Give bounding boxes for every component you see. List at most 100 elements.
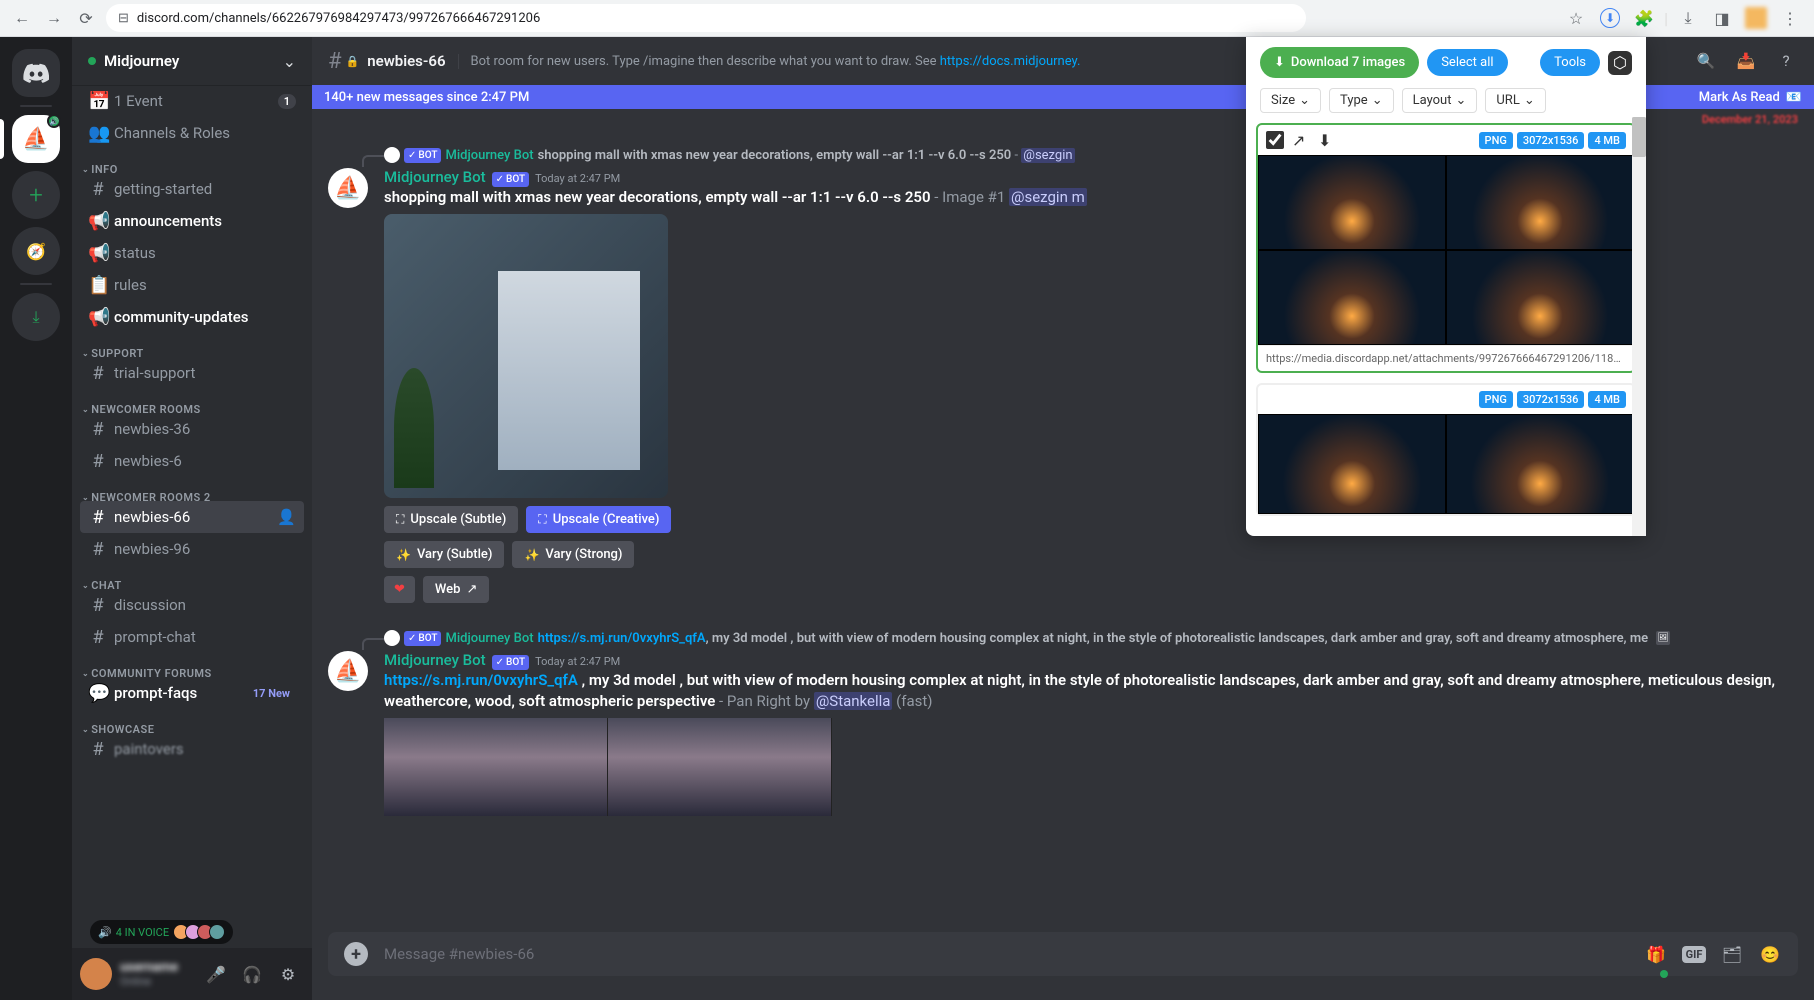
mute-button[interactable]: 🎤 — [200, 958, 232, 990]
channels-roles-item[interactable]: 👥 Channels & Roles — [80, 117, 304, 149]
browser-chrome: ← → ⟳ ⊟ discord.com/channels/66226797698… — [0, 0, 1814, 37]
channel-getting-started[interactable]: #getting-started — [80, 173, 304, 205]
image-thumbnail[interactable] — [1258, 414, 1634, 514]
server-header[interactable]: Midjourney ⌄ — [72, 37, 312, 85]
favorite-button[interactable]: ❤ — [384, 576, 415, 603]
attach-button[interactable]: + — [344, 942, 368, 966]
upscale-creative-button[interactable]: ⛶Upscale (Creative) — [526, 506, 671, 533]
url-bar[interactable]: ⊟ discord.com/channels/66226797698429747… — [106, 4, 1306, 32]
filter-size[interactable]: Size⌄ — [1260, 88, 1321, 113]
filesize-tag: 4 MB — [1588, 132, 1626, 149]
web-button[interactable]: Web↗ — [423, 576, 489, 603]
download-images-button[interactable]: ⬇ Download 7 images — [1260, 47, 1419, 78]
upscale-subtle-button[interactable]: ⛶Upscale (Subtle) — [384, 506, 518, 533]
explore-servers-button[interactable]: 🧭 — [12, 227, 60, 275]
mark-read-icon: 📧 — [1786, 90, 1802, 105]
back-button[interactable]: ← — [10, 6, 34, 30]
extensions-icon[interactable]: 🧩 — [1630, 4, 1658, 32]
channel-discussion[interactable]: #discussion — [80, 589, 304, 621]
bot-avatar[interactable]: ⛵ — [328, 651, 368, 691]
channel-newbies-36[interactable]: #newbies-36 — [80, 413, 304, 445]
message-author[interactable]: Midjourney Bot — [384, 651, 486, 669]
deafen-button[interactable]: 🎧 — [236, 958, 268, 990]
channel-newbies-66[interactable]: #newbies-66👤 — [80, 501, 304, 533]
create-invite-icon[interactable]: 👤 — [277, 508, 296, 526]
events-item[interactable]: 📅 1 Event 1 — [80, 85, 304, 117]
category-chat[interactable]: ⌄CHAT — [80, 565, 304, 589]
extension-download-icon[interactable]: ⬇ — [1596, 4, 1624, 32]
emoji-icon[interactable]: 😊 — [1758, 942, 1782, 966]
server-midjourney[interactable]: ⛵ 🔊 — [12, 115, 60, 163]
gif-button[interactable]: GIF — [1682, 942, 1706, 966]
channel-rules[interactable]: 📋rules — [80, 269, 304, 301]
select-all-button[interactable]: Select all — [1427, 49, 1507, 76]
user-settings-button[interactable]: ⚙ — [272, 958, 304, 990]
message-author[interactable]: Midjourney Bot — [384, 168, 486, 186]
filter-url[interactable]: URL⌄ — [1485, 88, 1545, 113]
channel-paintovers[interactable]: #paintovers — [80, 733, 304, 765]
open-image-icon[interactable]: ↗ — [1292, 131, 1310, 149]
site-info-icon[interactable]: ⊟ — [118, 11, 129, 26]
generated-image[interactable] — [384, 214, 668, 498]
discord-home-button[interactable] — [12, 49, 60, 97]
category-forums[interactable]: ⌄COMMUNITY FORUMS — [80, 653, 304, 677]
channel-prompt-faqs[interactable]: 💬prompt-faqs17 New — [80, 677, 304, 709]
vary-subtle-button[interactable]: ✨Vary (Subtle) — [384, 541, 504, 568]
sticker-icon[interactable]: 🗂 — [1720, 942, 1744, 966]
channel-newbies-96[interactable]: #newbies-96 — [80, 533, 304, 565]
channel-newbies-6[interactable]: #newbies-6 — [80, 445, 304, 477]
message-input[interactable] — [384, 945, 1628, 963]
image-url[interactable]: https://media.discordapp.net/attachments… — [1258, 345, 1634, 371]
bot-avatar[interactable]: ⛵ — [328, 168, 368, 208]
profile-avatar[interactable] — [1742, 4, 1770, 32]
docs-link[interactable]: https://docs.midjourney. — [940, 54, 1081, 69]
filter-layout[interactable]: Layout⌄ — [1402, 88, 1478, 113]
select-image-checkbox[interactable] — [1266, 131, 1284, 149]
voice-indicator[interactable]: 🔊 4 IN VOICE — [90, 920, 233, 944]
user-avatar[interactable] — [80, 958, 112, 990]
scrollbar[interactable] — [1632, 117, 1646, 536]
tools-button[interactable]: Tools — [1540, 49, 1600, 76]
downloads-icon[interactable]: ⤓ — [1674, 4, 1702, 32]
category-newcomer-2[interactable]: ⌄NEWCOMER ROOMS 2 — [80, 477, 304, 501]
download-icon: ⬇ — [1274, 55, 1285, 70]
panel-icon[interactable]: ◨ — [1708, 4, 1736, 32]
reload-button[interactable]: ⟳ — [74, 6, 98, 30]
vary-strong-button[interactable]: ✨Vary (Strong) — [512, 541, 634, 568]
category-info[interactable]: ⌄INFO — [80, 149, 304, 173]
extension-results[interactable]: ↗ ⬇ PNG 3072x1536 4 MB https://media.dis… — [1246, 123, 1646, 536]
forward-button[interactable]: → — [42, 6, 66, 30]
scrollbar-thumb[interactable] — [1632, 117, 1646, 157]
channel-prompt-chat[interactable]: #prompt-chat — [80, 621, 304, 653]
channel-status[interactable]: 📢status — [80, 237, 304, 269]
download-apps-button[interactable]: ⤓ — [12, 293, 60, 341]
reply-context[interactable]: ✓ BOT Midjourney Bot https://s.mj.run/0v… — [328, 629, 1798, 647]
category-showcase[interactable]: ⌄SHOWCASE — [80, 709, 304, 733]
image-result-card: ↗ ⬇ PNG 3072x1536 4 MB https://media.dis… — [1256, 123, 1636, 373]
inbox-icon[interactable]: 📥 — [1734, 49, 1758, 73]
server-rail: ⛵ 🔊 + 🧭 ⤓ — [0, 37, 72, 1000]
extension-settings-icon[interactable]: ⬡ — [1608, 51, 1632, 75]
prompt-link[interactable]: https://s.mj.run/0vxyhrS_qfA — [384, 671, 578, 689]
image-thumbnail[interactable] — [1258, 155, 1634, 345]
menu-icon[interactable]: ⋮ — [1776, 4, 1804, 32]
user-mention[interactable]: @sezgin m — [1009, 188, 1087, 206]
format-tag: PNG — [1479, 391, 1513, 408]
filter-type[interactable]: Type⌄ — [1329, 88, 1394, 113]
mark-as-read-button[interactable]: Mark As Read 📧 — [1699, 90, 1802, 105]
add-server-button[interactable]: + — [12, 171, 60, 219]
gift-icon[interactable]: 🎁 — [1644, 942, 1668, 966]
channel-announcements[interactable]: 📢announcements — [80, 205, 304, 237]
channel-community-updates[interactable]: 📢community-updates — [80, 301, 304, 333]
user-mention[interactable]: @Stankella — [814, 692, 893, 710]
help-icon[interactable]: ? — [1774, 49, 1798, 73]
channel-trial-support[interactable]: #trial-support — [80, 357, 304, 389]
category-newcomer[interactable]: ⌄NEWCOMER ROOMS — [80, 389, 304, 413]
search-icon[interactable]: 🔍 — [1694, 49, 1718, 73]
generated-image-grid[interactable] — [384, 718, 832, 816]
download-single-icon[interactable]: ⬇ — [1318, 131, 1336, 149]
bookmark-star-icon[interactable]: ☆ — [1562, 4, 1590, 32]
user-info[interactable]: username Online — [120, 960, 192, 988]
category-support[interactable]: ⌄SUPPORT — [80, 333, 304, 357]
bot-tag: ✓ BOT — [404, 631, 441, 646]
